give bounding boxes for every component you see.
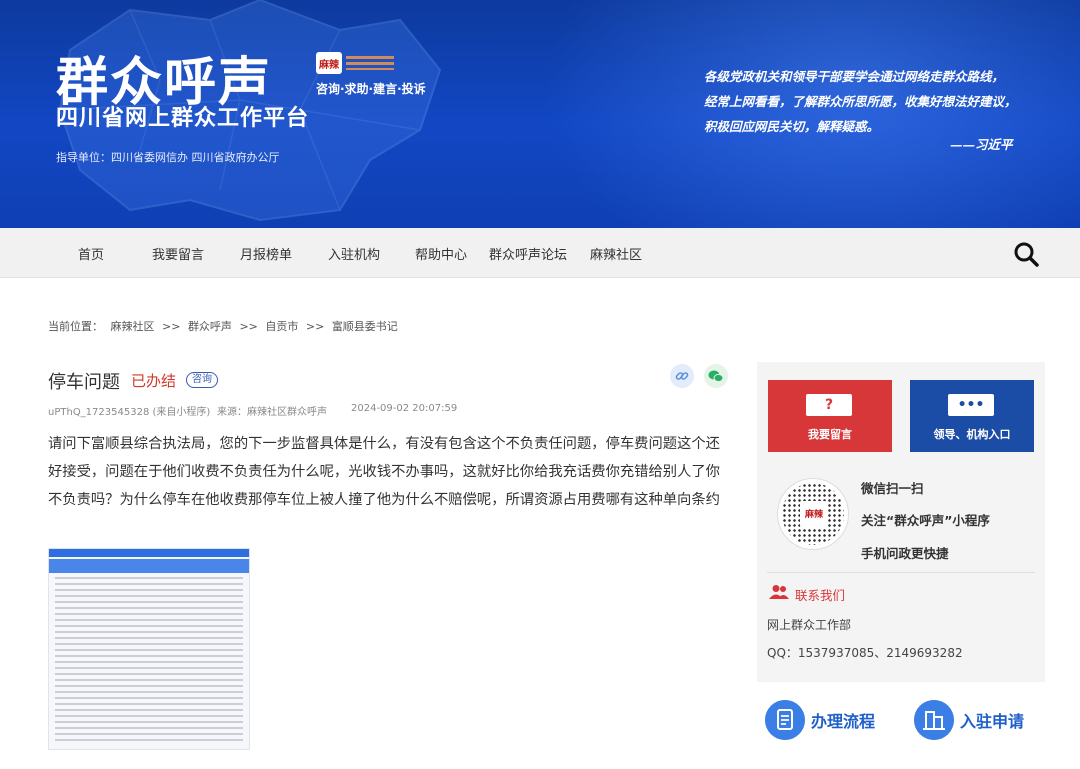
leave-message-label: 我要留言 <box>808 428 852 441</box>
sidebar: ? 我要留言 ••• 领导、机构入口 麻辣 微信扫一扫 关注“群众呼声”小程序 … <box>757 362 1045 682</box>
breadcrumb-separator: >> <box>162 320 181 333</box>
contact-title: 联系我们 <box>795 588 846 603</box>
article-body: 请问下富顺县综合执法局，您的下一步监督具体是什么，有没有包含这个不负责任问题，停… <box>48 436 720 508</box>
mala-community-badge[interactable]: 麻辣 <box>316 52 396 74</box>
qr-logo: 麻辣 <box>800 501 828 529</box>
status-badge: 已办结 <box>131 372 177 390</box>
nav-item-help[interactable]: 帮助中心 <box>415 244 467 263</box>
breadcrumb: 当前位置： 麻辣社区 >> 群众呼声 >> 自贡市 >> 富顺县委书记 <box>48 318 402 334</box>
link-share-icon[interactable] <box>670 364 694 388</box>
category-tag: 咨询 <box>186 372 218 388</box>
process-button[interactable]: 办理流程 <box>765 698 875 742</box>
process-label: 办理流程 <box>811 712 876 731</box>
search-icon[interactable] <box>1012 240 1040 268</box>
document-icon <box>765 700 805 740</box>
qr-text: 手机问政更快捷 <box>861 546 949 561</box>
qr-text: 关注“群众呼声”小程序 <box>861 513 990 528</box>
chat-dots-icon: ••• <box>948 394 994 416</box>
article-title: 停车问题 <box>48 372 120 393</box>
breadcrumb-separator: >> <box>305 320 325 333</box>
apply-label: 入驻申请 <box>960 712 1025 731</box>
service-tags: 咨询·求助·建言·投诉 <box>316 82 426 96</box>
breadcrumb-item[interactable]: 自贡市 <box>265 320 298 333</box>
nav-item-mala-community[interactable]: 麻辣社区 <box>590 244 642 263</box>
article-time: 2024-09-02 20:07:59 <box>351 403 458 414</box>
quote-line: 经常上网看看，了解群众所思所愿，收集好想法好建议， <box>704 94 1017 109</box>
image-text-lines <box>55 577 243 741</box>
leader-quote: 各级党政机关和领导干部要学会通过网络走群众路线， 经常上网看看，了解群众所思所愿… <box>704 64 1064 139</box>
main-nav: 首页 我要留言 月报榜单 入驻机构 帮助中心 群众呼声论坛 麻辣社区 <box>0 228 1080 278</box>
article-source: 来源：麻辣社区群众呼声 <box>217 407 327 418</box>
question-icon: ? <box>806 394 852 416</box>
nav-item-institutions[interactable]: 入驻机构 <box>328 244 380 263</box>
attachment-image[interactable] <box>48 548 250 750</box>
guide-units: 指导单位：四川省委网信办 四川省政府办公厅 <box>56 151 280 164</box>
institution-entry-label: 领导、机构入口 <box>933 428 1011 441</box>
breadcrumb-separator: >> <box>239 320 258 333</box>
breadcrumb-item[interactable]: 富顺县委书记 <box>332 320 398 333</box>
breadcrumb-item[interactable]: 群众呼声 <box>188 320 232 333</box>
nav-item-home[interactable]: 首页 <box>78 244 104 263</box>
nav-item-leave-message[interactable]: 我要留言 <box>152 244 204 263</box>
sidebar-divider <box>767 572 1035 573</box>
contact-qq: QQ：1537937085、2149693282 <box>767 646 963 660</box>
qr-text: 微信扫一扫 <box>861 481 924 496</box>
image-title-bar <box>49 559 249 573</box>
institution-entry-button[interactable]: ••• 领导、机构入口 <box>910 380 1034 452</box>
contact-department: 网上群众工作部 <box>767 618 852 632</box>
building-icon <box>914 700 954 740</box>
mala-logo-icon: 麻辣 <box>316 52 342 74</box>
leave-message-button[interactable]: ? 我要留言 <box>768 380 892 452</box>
nav-item-monthly-ranking[interactable]: 月报榜单 <box>240 244 292 263</box>
mini-program-qr-code: 麻辣 <box>777 478 849 550</box>
header-banner: 群众呼声 麻辣 咨询·求助·建言·投诉 四川省网上群众工作平台 指导单位：四川省… <box>0 0 1080 228</box>
nav-item-forum[interactable]: 群众呼声论坛 <box>489 244 567 263</box>
quote-author: ——习近平 <box>950 137 1013 152</box>
contact-users-icon <box>769 585 789 599</box>
article-author: uPThQ_1723545328 (来自小程序) <box>48 407 211 418</box>
site-subtitle: 四川省网上群众工作平台 <box>56 106 310 131</box>
quote-line: 各级党政机关和领导干部要学会通过网络走群众路线， <box>704 69 1005 84</box>
badge-decoration <box>346 56 394 70</box>
wechat-share-icon[interactable] <box>704 364 728 388</box>
image-header-bar <box>49 549 249 557</box>
breadcrumb-prefix: 当前位置： <box>48 320 103 333</box>
apply-button[interactable]: 入驻申请 <box>914 698 1024 742</box>
breadcrumb-item[interactable]: 麻辣社区 <box>111 320 155 333</box>
